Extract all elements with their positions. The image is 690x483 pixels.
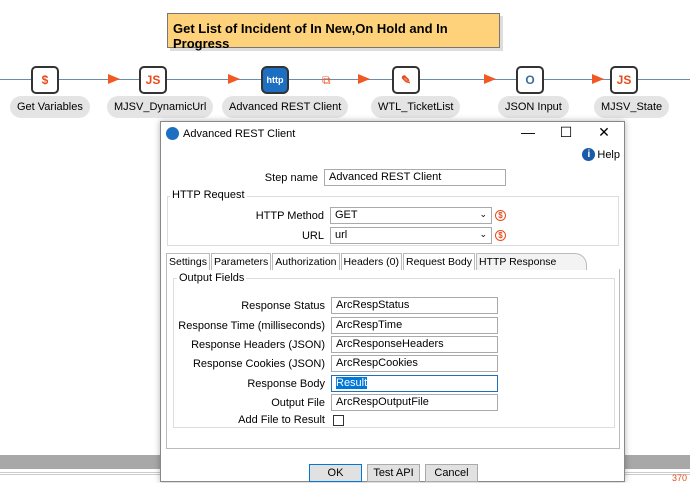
url-value: url — [335, 229, 348, 241]
copy-rows-icon: ⧉ — [322, 73, 331, 87]
step-label: Get Variables — [10, 96, 90, 118]
add-file-label: Add File to Result — [238, 414, 325, 426]
dialog-title: Advanced REST Client — [183, 128, 296, 140]
hop-arrow — [228, 74, 240, 84]
step-label: Advanced REST Client — [222, 96, 349, 118]
chevron-down-icon: ⌄ — [479, 209, 487, 219]
hop-arrow — [108, 74, 120, 84]
http-method-value: GET — [335, 209, 358, 221]
field-label: Response Headers (JSON) — [191, 338, 325, 351]
step-advanced-rest-client[interactable]: http — [261, 66, 289, 94]
minimize-button[interactable]: — — [513, 124, 543, 140]
url-label: URL — [301, 229, 324, 242]
step-label: MJSV_DynamicUrl — [107, 96, 214, 118]
hop-arrow — [358, 74, 370, 84]
hop-arrow — [484, 74, 496, 84]
maximize-button[interactable]: ☐ — [551, 124, 581, 141]
hop-line — [0, 79, 690, 80]
tab-parameters[interactable]: Parameters — [210, 253, 272, 270]
help-button[interactable]: i Help — [582, 148, 620, 161]
step-name-label: Step name — [264, 171, 318, 184]
app-icon — [166, 127, 179, 140]
response-cookies-input[interactable]: ArcRespCookies — [331, 355, 498, 372]
field-label: Response Status — [241, 299, 325, 312]
step-label: WTL_TicketList — [371, 96, 461, 118]
help-label: Help — [597, 148, 620, 161]
step-label: MJSV_State — [594, 96, 670, 118]
http-response-pane: Output Fields Response Status ArcRespStat… — [166, 269, 620, 449]
response-body-value: Result — [336, 377, 368, 389]
http-request-label: HTTP Request — [170, 189, 247, 201]
url-select[interactable]: url ⌄ — [330, 227, 492, 244]
tab-authorization[interactable]: Authorization — [272, 253, 340, 270]
output-fields-label: Output Fields — [177, 272, 247, 284]
tab-headers[interactable]: Headers (0) — [340, 253, 402, 270]
http-method-select[interactable]: GET ⌄ — [330, 207, 492, 224]
field-label: Response Cookies (JSON) — [192, 357, 325, 370]
hop-arrow — [592, 74, 604, 84]
advanced-rest-client-dialog: Advanced REST Client — ☐ ✕ i Help Step na… — [160, 121, 625, 482]
variable-icon: $ — [495, 210, 506, 221]
chevron-down-icon: ⌄ — [479, 229, 487, 239]
step-get-variables[interactable]: $ — [31, 66, 59, 94]
step-mjsv-state[interactable]: JS — [610, 66, 638, 94]
note-label[interactable]: Get List of Incident of In New,On Hold a… — [167, 13, 500, 51]
step-mjsv-dynamicurl[interactable]: JS — [139, 66, 167, 94]
add-file-checkbox[interactable] — [333, 414, 344, 426]
step-label: JSON Input — [498, 96, 569, 118]
response-body-input[interactable]: Result — [331, 375, 498, 392]
http-method-label: HTTP Method — [255, 209, 324, 222]
step-wtl-ticketlist[interactable]: ✎ — [392, 66, 420, 94]
output-file-input[interactable]: ArcRespOutputFile — [331, 394, 498, 411]
tab-request-body[interactable]: Request Body — [402, 253, 475, 270]
field-label: Response Body — [247, 377, 325, 390]
field-label: Output File — [271, 396, 325, 409]
step-name-input[interactable]: Advanced REST Client — [324, 169, 506, 186]
ok-button[interactable]: OK — [309, 464, 362, 482]
info-icon: i — [582, 148, 596, 161]
response-headers-input[interactable]: ArcResponseHeaders — [331, 336, 498, 353]
field-label: Response Time (milliseconds) — [178, 319, 325, 332]
response-status-input[interactable]: ArcRespStatus — [331, 297, 498, 314]
variable-icon: $ — [495, 230, 506, 241]
test-api-button[interactable]: Test API — [367, 464, 420, 482]
cancel-button[interactable]: Cancel — [425, 464, 478, 482]
step-json-input[interactable]: O — [516, 66, 544, 94]
response-time-input[interactable]: ArcRespTime — [331, 317, 498, 334]
tab-settings[interactable]: Settings — [166, 253, 210, 270]
close-button[interactable]: ✕ — [589, 124, 619, 141]
tab-http-response[interactable]: HTTP Response — [475, 253, 588, 270]
